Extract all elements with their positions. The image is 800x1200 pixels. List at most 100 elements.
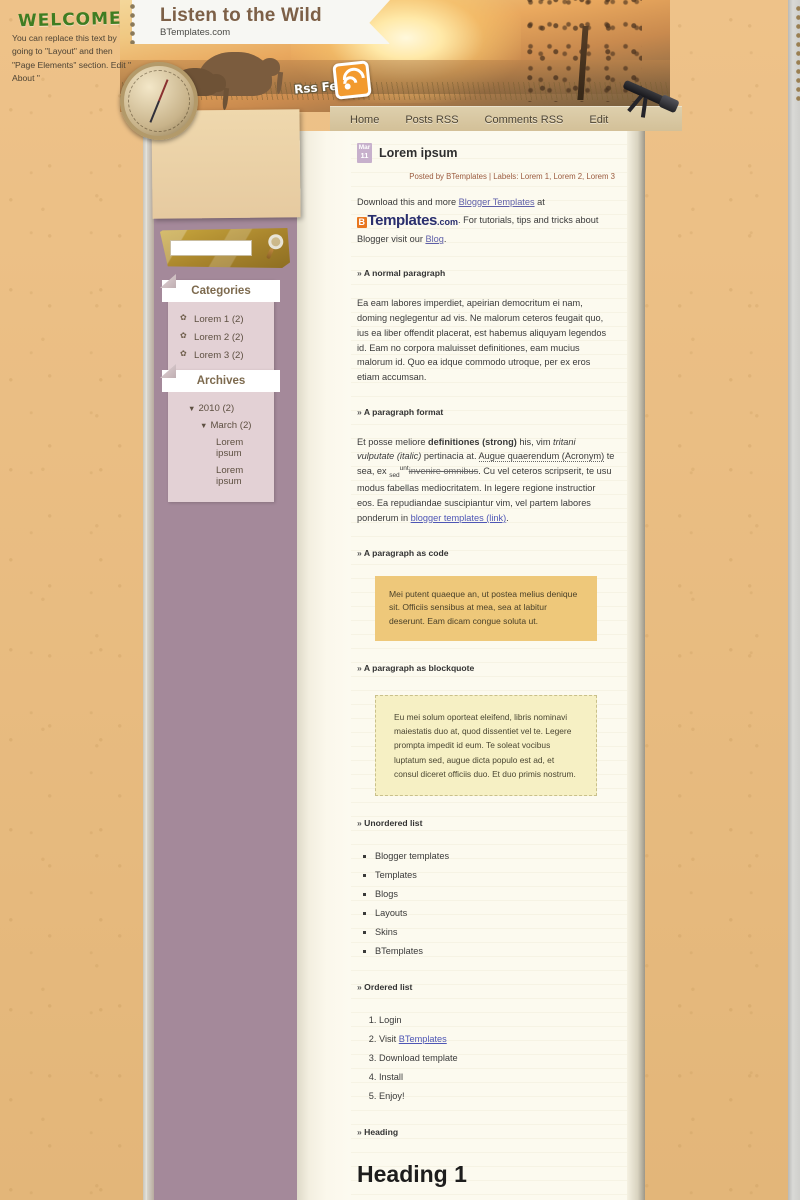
fmt-sup: unt — [399, 465, 409, 473]
category-label: Lorem 2 (2) — [194, 331, 244, 343]
section-heading-paragraph-blockquote: A paragraph as blockquote — [357, 663, 615, 673]
list-item[interactable]: Lorem 1 (2) — [178, 310, 264, 328]
post-intro: Download this and more Blogger Templates… — [357, 195, 615, 247]
chevron-down-icon[interactable]: ▼ — [200, 421, 207, 430]
categories-widget: Categories Lorem 1 (2) Lorem 2 (2) Lorem… — [160, 274, 280, 376]
ordered-list: Login Visit BTemplates Download template… — [379, 1010, 615, 1105]
section-heading-normal-paragraph: A normal paragraph — [357, 268, 615, 278]
notepad-rings-icon — [794, 4, 800, 104]
fmt-1: Et posse meliore — [357, 436, 428, 447]
section-heading-paragraph-code: A paragraph as code — [357, 548, 615, 558]
sidebar-left-edge — [147, 131, 154, 1200]
section-heading-heading: Heading — [357, 1127, 615, 1137]
list-item[interactable]: ▼ 2010 (2) — [178, 400, 264, 417]
fmt-link[interactable]: blogger templates (link) — [411, 513, 507, 523]
btemplates-logo-b: B — [357, 216, 367, 228]
archive-label: 2010 (2) — [198, 403, 235, 414]
content-book: Mar 11 Lorem ipsum Posted by BTemplates … — [297, 131, 645, 1200]
list-item[interactable]: ▼ March (2) — [178, 417, 264, 434]
list-item: Templates — [375, 865, 615, 884]
category-label: Lorem 3 (2) — [194, 349, 244, 361]
list-item-label: BTemplates — [375, 945, 423, 956]
fmt-del: invenire omnibus — [408, 466, 479, 477]
archives-list: ▼ 2010 (2) ▼ March (2) Lorem ipsum Lorem i… — [178, 400, 264, 490]
rss-feed-sticker[interactable]: Rss Feed — [292, 60, 378, 106]
nav-link-comments-rss[interactable]: Comments RSS — [485, 114, 564, 126]
fmt-strong: definitiones (strong) — [427, 436, 517, 447]
code-block: Mei putent quaeque an, ut postea melius … — [375, 575, 597, 641]
nav-link-home[interactable]: Home — [350, 114, 379, 126]
nav-item-edit[interactable]: Edit — [589, 110, 608, 128]
list-item-label: Blogger templates — [375, 850, 450, 861]
list-item[interactable]: Lorem ipsum — [178, 462, 264, 490]
page-title: Listen to the Wild — [160, 5, 322, 26]
rss-icon — [332, 60, 372, 100]
list-item-label: Install — [379, 1071, 404, 1082]
list-item[interactable]: Lorem 3 (2) — [178, 346, 264, 364]
normal-paragraph-text: Ea eam labores imperdiet, apeirian democ… — [357, 298, 607, 383]
fmt-acronym: Augue quaerendum (Acronym) — [478, 451, 605, 463]
archives-widget-title: Archives — [196, 375, 246, 387]
section-heading-ordered-list: Ordered list — [357, 982, 615, 992]
nav-link-edit[interactable]: Edit — [589, 114, 608, 126]
category-label: Lorem 1 (2) — [194, 313, 244, 325]
page-fold — [297, 131, 351, 1200]
section-heading-unordered-list: Unordered list — [357, 818, 615, 828]
archives-widget: Archives ▼ 2010 (2) ▼ March (2) Lorem ipsu… — [160, 364, 280, 502]
post-date-day: 11 — [360, 150, 369, 160]
archive-label: Lorem ipsum — [216, 465, 244, 487]
blog-post: Mar 11 Lorem ipsum Posted by BTemplates … — [357, 143, 615, 1200]
fmt-6: . — [506, 512, 509, 523]
section-heading-paragraph-format: A paragraph format — [357, 407, 615, 417]
blog-link[interactable]: Blog — [425, 234, 443, 244]
list-item[interactable]: Lorem 2 (2) — [178, 328, 264, 346]
format-paragraph-text: Et posse meliore definitiones (strong) h… — [357, 435, 615, 526]
list-item: Enjoy! — [379, 1086, 615, 1105]
archives-widget-body: ▼ 2010 (2) ▼ March (2) Lorem ipsum Lorem i… — [168, 392, 274, 502]
post-date-badge: Mar 11 — [357, 143, 372, 163]
archives-widget-header: Archives — [160, 364, 280, 392]
intro-text-2: at — [534, 196, 545, 207]
about-widget-text: You can replace this text by going to "L… — [12, 33, 132, 83]
page-subtitle: BTemplates.com — [160, 27, 231, 38]
list-item-label: Layouts — [375, 907, 408, 918]
categories-list: Lorem 1 (2) Lorem 2 (2) Lorem 3 (2) — [178, 310, 264, 364]
list-item: Download template — [379, 1048, 615, 1067]
fmt-2: his, vim — [516, 436, 554, 447]
chevron-down-icon[interactable]: ▼ — [188, 404, 195, 413]
categories-widget-header: Categories — [160, 274, 280, 302]
blockquote-block: Eu mei solum oporteat eleifend, libris n… — [375, 694, 597, 797]
about-widget-title: WELCOME — [17, 8, 122, 32]
list-item: Skins — [375, 922, 615, 941]
list-item: Install — [379, 1067, 615, 1086]
heading-1: Heading 1 — [357, 1161, 467, 1188]
post-meta: Posted by BTemplates | Labels: Lorem 1, … — [409, 171, 615, 181]
nav-item-comments-rss[interactable]: Comments RSS — [485, 110, 564, 128]
intro-text-4: . — [443, 234, 447, 245]
nav-item-posts-rss[interactable]: Posts RSS — [405, 110, 458, 128]
fmt-3: pertinacia at. — [421, 451, 479, 462]
nav-link-posts-rss[interactable]: Posts RSS — [405, 114, 458, 126]
unordered-list: Blogger templates Templates Blogs Layout… — [375, 846, 615, 960]
btemplates-logo-main: Templates — [367, 211, 438, 229]
archive-label: Lorem ipsum — [216, 437, 244, 459]
list-item-label: Download template — [379, 1052, 458, 1063]
btemplates-logo-com: .com — [436, 216, 458, 227]
btemplates-logo: B Templates .com — [357, 209, 458, 232]
blogger-templates-link[interactable]: Blogger Templates — [459, 197, 535, 207]
btemplates-ordered-link[interactable]: BTemplates — [399, 1034, 447, 1044]
list-item: Visit BTemplates — [379, 1029, 615, 1048]
nav-item-home[interactable]: Home — [350, 110, 379, 128]
categories-widget-body: Lorem 1 (2) Lorem 2 (2) Lorem 3 (2) — [168, 302, 274, 376]
post-title[interactable]: Lorem ipsum — [379, 143, 458, 160]
list-item-label: Visit — [379, 1033, 399, 1044]
list-item-label: Enjoy! — [379, 1090, 405, 1101]
categories-widget-title: Categories — [191, 285, 251, 297]
list-item-label: Skins — [375, 926, 398, 937]
fmt-sub: sed — [389, 472, 400, 480]
list-item: Login — [379, 1010, 615, 1029]
search-input[interactable] — [170, 240, 252, 256]
scrollbar-gutter[interactable] — [788, 0, 800, 1200]
list-item: Blogs — [375, 884, 615, 903]
list-item[interactable]: Lorem ipsum — [178, 434, 264, 462]
